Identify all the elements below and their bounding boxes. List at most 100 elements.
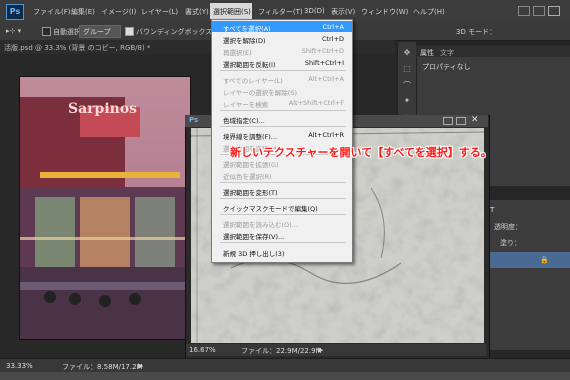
menu-item-label: 境界線を調整(F)... [223,133,278,141]
auto-select-checkbox[interactable] [42,27,51,36]
menu-separator [220,110,346,111]
menu-separator [220,198,346,199]
magic-wand-icon[interactable]: ✦ [401,96,413,106]
opacity-label: 透明度： [494,223,522,231]
zoom-level[interactable]: 33.33% [6,362,33,370]
menu-item-label: 選択範囲を読み込む(O)... [223,221,298,229]
maximize-icon[interactable] [533,6,545,16]
menu-item-deselect-layers[interactable]: レイヤーの選択を解除(S) [212,85,352,97]
menu-item-quick-mask[interactable]: クイックマスクモードで編集(Q) [212,201,352,213]
menu-item-color-range[interactable]: 色域指定(C)... [212,113,352,125]
texture-status-arrow-icon[interactable]: ▶ [318,346,323,354]
menu-item-shortcut: Ctrl+A [322,23,344,31]
file-info: ファイル：8.58M/17.2M [62,363,143,371]
move-icon[interactable]: ✥ [401,48,413,58]
tab-character[interactable]: 文字 [440,48,454,58]
menu-item-label: 新規 3D 押し出し(3) [223,250,285,258]
texture-minimize-icon[interactable] [443,117,453,125]
menu-item-shortcut: Shift+Ctrl+I [304,59,344,67]
menu-item-label: レイヤーの選択を解除(S) [223,89,298,97]
lasso-icon[interactable]: ⌒ [401,80,413,90]
menu-select-active[interactable]: 選択範囲(S) [210,3,252,19]
panel-t-icon[interactable]: T [490,206,494,214]
move-tool-icon[interactable]: ▸⊹ ▾ [6,27,21,35]
menu-window[interactable]: ウィンドウ(W) [361,7,408,17]
menu-view[interactable]: 表示(V) [331,7,355,17]
menu-item-shortcut: Shift+Ctrl+D [301,47,344,55]
menu-item-label: すべてを選択(A) [223,25,271,33]
fill-label: 塗り： [500,239,521,247]
menu-separator [220,242,346,243]
ps-doc-icon: Ps [189,116,199,124]
menu-item-find-layers[interactable]: レイヤーを検索 Alt+Shift+Ctrl+F [212,97,352,109]
menu-item-load-selection[interactable]: 選択範囲を読み込む(O)... [212,217,352,229]
storefront-sign: Sarpinos [68,101,137,117]
menu-item-label: 選択範囲を拡張(G) [223,161,279,169]
properties-tabs: 属性 文字 [416,46,570,57]
menu-item-label: 近似色を選択(R) [223,173,272,181]
menu-image[interactable]: イメージ(I) [101,7,136,17]
menu-file[interactable]: ファイル(F) [33,7,71,17]
menu-filter[interactable]: フィルター(T) [258,7,303,17]
menu-item-inverse[interactable]: 選択範囲を反転(I) Shift+Ctrl+I [212,57,352,69]
menu-select: 選択範囲(S) [213,8,251,16]
texture-maximize-icon[interactable] [456,117,466,125]
menu-help[interactable]: ヘルプ(H) [413,7,445,17]
menu-separator [220,126,346,127]
menu-item-all-layers[interactable]: すべてのレイヤー(L) Alt+Ctrl+A [212,73,352,85]
bottom-strip [0,372,570,380]
menu-item-label: クイックマスクモードで編集(Q) [223,205,318,213]
tab-properties[interactable]: 属性 [420,48,434,58]
select-menu-dropdown: すべてを選択(A) Ctrl+A 選択を解除(D) Ctrl+D 再選択(E) Shi… [211,19,353,263]
menu-item-label: 色域指定(C)... [223,117,265,125]
menu-item-transform-selection[interactable]: 選択範囲を変形(T) [212,185,352,197]
texture-status-bar: 16.67% ファイル：22.9M/22.9M ▶ [186,344,486,356]
properties-text: プロパティなし [422,63,471,71]
menu-item-label: 再選択(E) [223,49,252,57]
menu-item-shortcut: Alt+Ctrl+R [308,131,344,139]
status-bar: 33.33% ファイル：8.58M/17.2M ▶ [0,358,570,373]
mode-3d-label: 3D モード： [456,28,497,36]
texture-close-icon[interactable]: ✕ [471,115,479,125]
menu-item-label: レイヤーを検索 [223,101,269,109]
status-arrow-icon[interactable]: ▶ [138,362,143,370]
menu-item-select-all[interactable]: すべてを選択(A) Ctrl+A [212,21,352,33]
lock-icon: 🔒 [540,256,549,264]
storefront-photo: Sarpinos [19,76,191,340]
menu-item-deselect[interactable]: 選択を解除(D) Ctrl+D [212,33,352,45]
menu-type[interactable]: 書式(Y) [185,7,209,17]
close-icon[interactable] [548,6,560,16]
menu-item-shortcut: Alt+Ctrl+A [308,75,344,83]
layer-row-selected[interactable]: 🔒 [488,252,570,268]
texture-file-info: ファイル：22.9M/22.9M [241,347,322,355]
menu-separator [220,182,346,183]
group-select-value: グループ [83,28,111,36]
menu-3d[interactable]: 3D(D) [304,7,325,15]
menu-item-reselect[interactable]: 再選択(E) Shift+Ctrl+D [212,45,352,57]
photoshop-logo: Ps [6,4,24,20]
menu-item-label: すべてのレイヤー(L) [223,77,283,85]
menu-item-3d-extrusion[interactable]: 新規 3D 押し出し(3) [212,246,352,258]
menu-item-label: 選択範囲を反転(I) [223,61,276,69]
menu-item-shortcut: Ctrl+D [321,35,344,43]
texture-zoom[interactable]: 16.67% [189,346,216,354]
menu-item-save-selection[interactable]: 選択範囲を保存(V)... [212,229,352,241]
menu-item-label: 選択範囲を保存(V)... [223,233,285,241]
menu-layer[interactable]: レイヤー(L) [141,7,178,17]
group-select[interactable]: グループ [79,25,121,38]
menu-item-refine-edge[interactable]: 境界線を調整(F)... Alt+Ctrl+R [212,129,352,141]
menu-item-similar[interactable]: 近似色を選択(R) [212,169,352,181]
menu-item-shortcut: Alt+Shift+Ctrl+F [288,99,344,107]
minimize-icon[interactable] [518,6,530,16]
menu-item-label: 選択範囲を変形(T) [223,189,278,197]
menu-item-label: 選択を解除(D) [223,37,266,45]
menu-edit[interactable]: 編集(E) [71,7,95,17]
storefront-image: Sarpinos [20,77,190,339]
layers-panel: T 透明度： 塗り： [485,200,570,350]
document-title: 活版.psd @ 33.3% (背景 のコピー, RGB/8) * [4,44,151,52]
annotation-caption: 新しいテクスチャーを開いて【すべてを選択】する。 [230,146,492,159]
marquee-icon[interactable]: ⬚ [401,64,413,74]
bounding-box-checkbox[interactable] [125,27,134,36]
menu-separator [220,70,346,71]
menu-separator [220,214,346,215]
